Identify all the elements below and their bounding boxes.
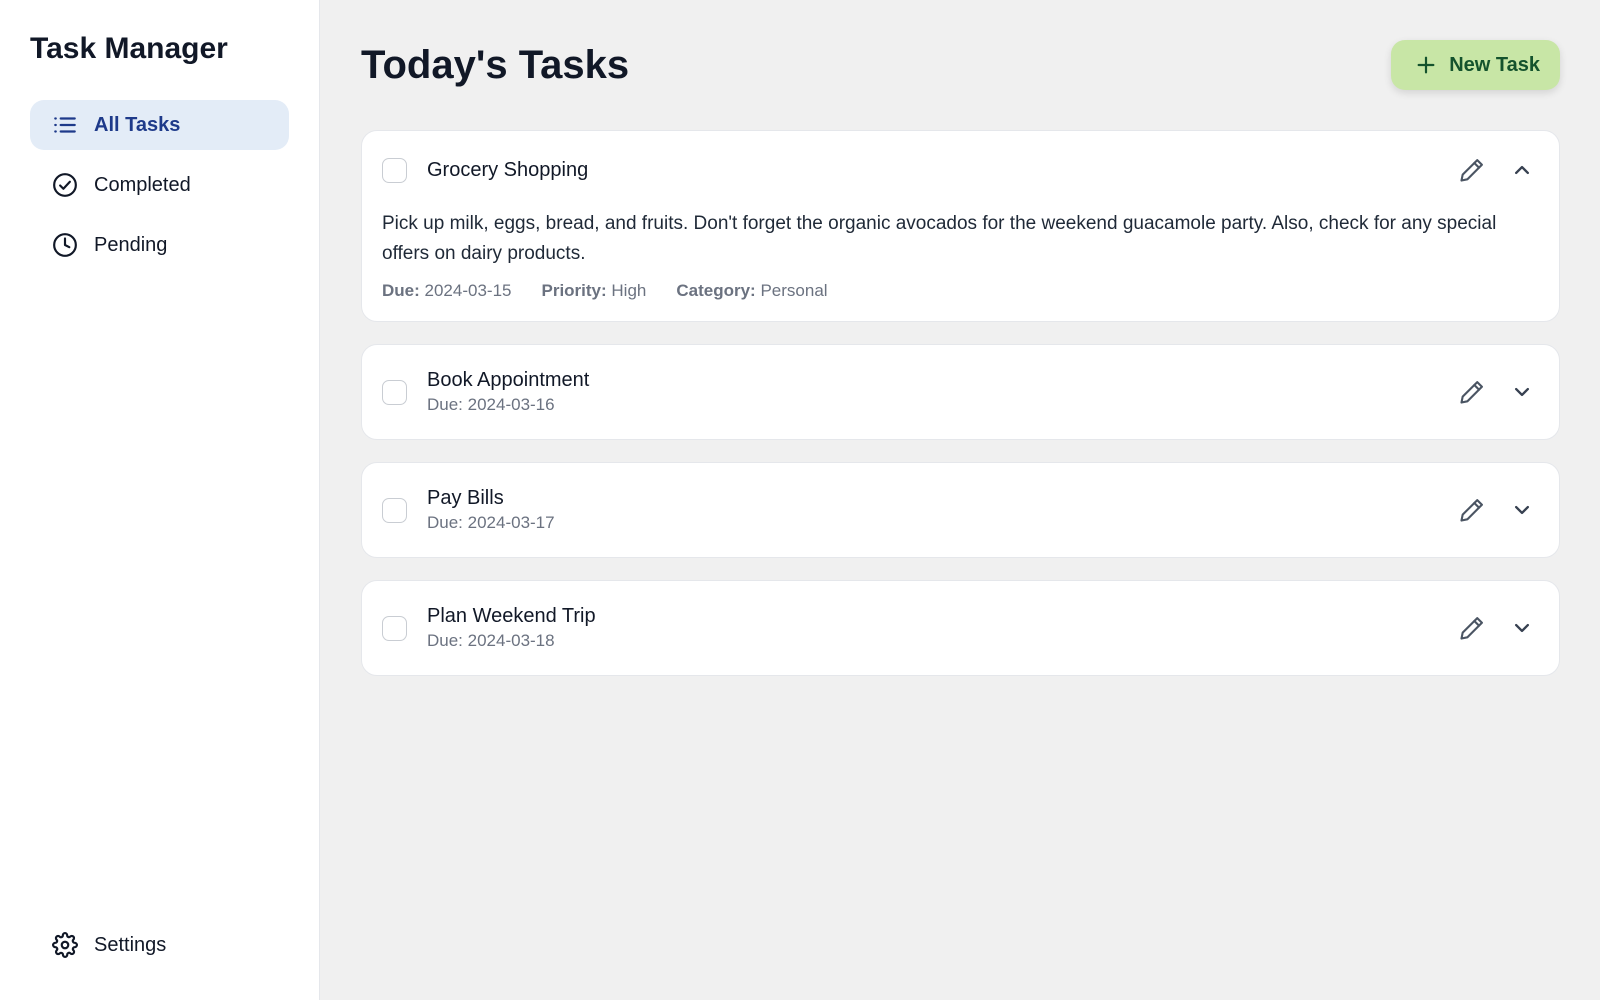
new-task-label: New Task — [1449, 53, 1540, 76]
sidebar: Task Manager All Tasks Completed Pending… — [0, 0, 320, 1000]
task-title: Book Appointment — [427, 369, 590, 391]
task-description: Pick up milk, eggs, bread, and fruits. D… — [382, 213, 1497, 264]
task-priority-meta: Priority: High — [541, 281, 646, 301]
task-card: Grocery Shopping Pick up milk, eggs, bre… — [361, 130, 1560, 322]
task-text: Book Appointment Due: 2024-03-16 — [427, 367, 1455, 417]
category-value: Personal — [760, 281, 828, 300]
task-text: Plan Weekend Trip Due: 2024-03-18 — [427, 603, 1455, 653]
page-title: Today's Tasks — [361, 42, 630, 87]
app-title: Task Manager — [30, 32, 228, 65]
task-due: Due: 2024-03-18 — [427, 631, 555, 650]
new-task-button[interactable]: New Task — [1391, 40, 1560, 90]
task-details: Pick up milk, eggs, bread, and fruits. D… — [382, 209, 1539, 321]
sidebar-item-label: Pending — [94, 233, 168, 256]
sidebar-item-settings[interactable]: Settings — [30, 920, 289, 970]
due-label: Due: — [382, 281, 420, 300]
task-due-meta: Due: 2024-03-15 — [382, 281, 511, 301]
clock-icon — [53, 233, 77, 257]
task-card: Book Appointment Due: 2024-03-16 — [361, 344, 1560, 440]
chevron-down-icon — [1515, 623, 1529, 633]
priority-value: High — [611, 281, 647, 300]
task-card: Plan Weekend Trip Due: 2024-03-18 — [361, 580, 1560, 676]
gear-icon — [52, 932, 78, 958]
due-value: 2024-03-15 — [424, 281, 512, 300]
task-checkbox[interactable] — [382, 615, 407, 641]
chevron-down-icon — [1515, 505, 1529, 515]
sidebar-item-all-tasks[interactable]: All Tasks — [30, 100, 289, 150]
task-header[interactable]: Book Appointment Due: 2024-03-16 — [382, 345, 1539, 439]
task-title: Plan Weekend Trip — [427, 605, 596, 627]
settings-label: Settings — [94, 933, 167, 956]
check-circle-icon — [53, 173, 77, 197]
task-checkbox[interactable] — [382, 497, 407, 523]
task-meta: Due: 2024-03-15 Priority: High Category:… — [382, 281, 1539, 301]
expand-button[interactable] — [1505, 611, 1539, 645]
pencil-icon — [1460, 499, 1483, 522]
category-label: Category: — [676, 281, 756, 300]
task-header[interactable]: Plan Weekend Trip Due: 2024-03-18 — [382, 581, 1539, 675]
sidebar-item-pending[interactable]: Pending — [30, 220, 289, 270]
edit-button[interactable] — [1455, 493, 1489, 527]
task-list: Grocery Shopping Pick up milk, eggs, bre… — [361, 130, 1560, 676]
pencil-icon — [1460, 381, 1483, 404]
edit-button[interactable] — [1455, 375, 1489, 409]
task-due: Due: 2024-03-16 — [427, 395, 555, 414]
collapse-button[interactable] — [1505, 153, 1539, 187]
sidebar-item-label: All Tasks — [94, 113, 181, 136]
pencil-icon — [1460, 617, 1483, 640]
list-icon — [54, 117, 76, 133]
expand-button[interactable] — [1505, 375, 1539, 409]
chevron-up-icon — [1515, 165, 1529, 175]
edit-button[interactable] — [1455, 611, 1489, 645]
task-title: Pay Bills — [427, 487, 504, 509]
sidebar-nav: All Tasks Completed Pending — [30, 100, 289, 270]
task-text: Pay Bills Due: 2024-03-17 — [427, 485, 1455, 535]
priority-label: Priority: — [541, 281, 607, 300]
main-content: Today's Tasks New Task Grocery Shopping — [320, 0, 1600, 1000]
task-card: Pay Bills Due: 2024-03-17 — [361, 462, 1560, 558]
task-header[interactable]: Grocery Shopping — [382, 131, 1539, 209]
task-checkbox[interactable] — [382, 379, 407, 405]
app: Task Manager All Tasks Completed Pending… — [0, 0, 1600, 1000]
sidebar-item-completed[interactable]: Completed — [30, 160, 289, 210]
task-due: Due: 2024-03-17 — [427, 513, 555, 532]
task-text: Grocery Shopping — [427, 157, 1455, 183]
plus-icon — [1417, 56, 1435, 74]
task-header[interactable]: Pay Bills Due: 2024-03-17 — [382, 463, 1539, 557]
task-title: Grocery Shopping — [427, 159, 589, 181]
expand-button[interactable] — [1505, 493, 1539, 527]
task-category-meta: Category: Personal — [676, 281, 827, 301]
sidebar-item-label: Completed — [94, 173, 191, 196]
task-checkbox[interactable] — [382, 157, 407, 183]
pencil-icon — [1460, 159, 1483, 182]
chevron-down-icon — [1515, 387, 1529, 397]
edit-button[interactable] — [1455, 153, 1489, 187]
main-header: Today's Tasks New Task — [361, 40, 1560, 90]
